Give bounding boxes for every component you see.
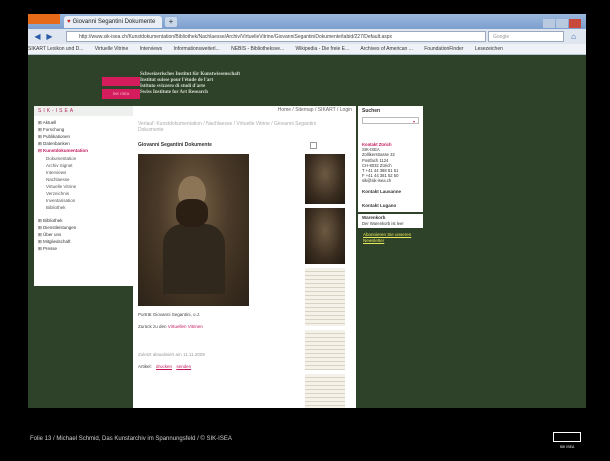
bookmark-item[interactable]: Wikipedia - Die freie E... [296,46,350,52]
contact-lausanne-label: Kontakt Lausanne [362,189,402,194]
search-input[interactable]: Google [488,31,564,42]
minimize-icon[interactable] [543,19,555,28]
image-caption: Porträt Giovanni Segantini, o.J. [138,312,201,317]
newsletter-line: Newsletter [363,238,385,243]
bookmark-item[interactable]: SIKART Lexikon und D... [28,46,83,52]
thumbnail-document[interactable] [305,374,345,408]
subnav-item[interactable]: Interviews [46,170,66,175]
back-prefix: Zurück zu den [138,324,167,329]
firefox-menu-button[interactable] [28,14,60,24]
subnav-item[interactable]: Dokumentation [46,156,76,161]
institute-name: Swiss Institute for Art Research [140,90,208,95]
back-to-vitrine: Zurück zu den Virtuellen Vitrinen [138,324,203,329]
main-content: Home / Sitemap / SIKART / Login Verlauf:… [133,106,356,408]
thumbnail-photo[interactable] [305,154,345,204]
window-controls [542,15,582,28]
tab-giovanni-segantini[interactable]: ♥ Giovanni Segantini Dokumente [64,16,162,28]
thumbnail-photo[interactable] [305,208,345,264]
logo-bar [102,77,140,86]
corner-logo-box [553,432,581,442]
thumbnail-document[interactable] [305,268,345,326]
nav-item-bibliothek[interactable]: ⊞ Bibliothek [38,218,63,224]
nav-item-kunstdokumentation[interactable]: ⊟ Kunstdokumentation [38,148,88,154]
nav-item-aktuell[interactable]: ⊞ Aktuell [38,120,56,126]
subnav-item[interactable]: Verzeichnis [46,191,69,196]
nav-item-mitgliedschaft[interactable]: ⊞ Mitgliedschaft [38,239,71,245]
bookmark-item[interactable]: Virtuelle Vitrine [95,46,128,52]
nav-item-datenbanken[interactable]: ⊞ Datenbanken [38,141,70,147]
select-checkbox[interactable] [310,142,317,149]
subnav-item[interactable]: Virtuelle Vitrine [46,184,76,189]
warenkorb-text: Der Warenkorb ist leer [362,221,404,226]
warenkorb-box: Warenkorb Der Warenkorb ist leer [358,214,423,228]
tab-title: Giovanni Segantini Dokumente [72,19,156,25]
url-bar[interactable]: http://www.sik-isea.ch/Kunstdokumentatio… [66,31,486,42]
nav-item-dienstleistungen[interactable]: ⊞ Dienstleistungen [38,225,76,231]
logo-text: SIK ISEA [102,89,140,99]
send-link[interactable]: senden [176,364,191,369]
contact-email-link[interactable]: sik@sik-isea.ch [362,178,398,183]
subnav-item[interactable]: Inventarisation [46,198,75,203]
portrait-figure-body [163,224,225,294]
institute-names: Schweizerisches Institut für Kunstwissen… [140,72,240,96]
print-link[interactable]: drucken [156,364,172,369]
search-heading: Suchen [362,108,381,114]
top-links[interactable]: Home / Sitemap / SIKART / Login [278,107,352,113]
browser-window: ♥ Giovanni Segantini Dokumente + ◀ ▶ http… [28,14,586,408]
breadcrumb: Verlauf: Kunstdokumentation / Nachlaesse… [138,121,316,133]
bookmark-item[interactable]: FoundationFinder [424,46,463,52]
sik-isea-corner-logo: SIK ISEA [553,432,581,452]
nav-item-ueber-uns[interactable]: ⊞ Über uns [38,232,61,238]
bookmark-item[interactable]: Informationsweiterl... [174,46,220,52]
contact-zurich: Kontakt Zürich SIK-ISEA Zollikerstrasse … [362,142,398,184]
corner-logo-text: SIK ISEA [559,445,575,449]
contact-lausanne-box[interactable]: Kontakt Lausanne [358,186,423,198]
contact-lugano-box[interactable]: Kontakt Lugano [358,200,423,212]
article-actions: Artikel: drucken senden [138,364,191,369]
subnav-item[interactable]: Archiv Signet [46,163,73,168]
bookmarks-bar: SIKART Lexikon und D... Virtuelle Vitrin… [28,44,586,55]
close-icon[interactable] [569,19,581,28]
vitrine-link[interactable]: Virtuellen Vitrinen [168,324,203,329]
slide-footer: Folie 13 / Michael Schmid, Das Kunstarch… [30,436,232,442]
portrait-beard [176,199,208,227]
newsletter-link[interactable]: Abonnieren Sie unseren Newsletter [363,232,411,244]
search-select[interactable]: ▾ [362,117,419,124]
title-bar: ♥ Giovanni Segantini Dokumente + [28,14,586,29]
subnav-item[interactable]: Nachlaesse [46,177,70,182]
portrait-image[interactable] [138,154,249,306]
back-icon[interactable]: ◀ [32,31,43,42]
tab-favicon-icon: ♥ [67,19,71,25]
home-icon[interactable]: ⌂ [568,31,579,42]
bookmark-item[interactable]: NEBIS - Bibliotheksve... [231,46,284,52]
contact-line: Zollikerstrasse 32 [362,152,395,158]
bookmark-item[interactable]: Interviews [140,46,163,52]
new-tab-button[interactable]: + [165,17,177,27]
actions-label: Artikel: [138,364,152,369]
sik-isea-logo[interactable]: SIK ISEA [102,77,140,99]
maximize-icon[interactable] [556,19,568,28]
bookmark-item[interactable]: Lesezeichen [475,46,503,52]
bookmark-item[interactable]: Archives of American ... [360,46,413,52]
nav-item-presse[interactable]: ⊞ Presse [38,246,57,252]
left-navigation: SIK-ISEA ⊞ Aktuell ⊞ Forschung ⊞ Publika… [34,106,133,286]
warenkorb-heading: Warenkorb [362,215,386,220]
nav-item-forschung[interactable]: ⊞ Forschung [38,127,64,133]
nav-item-publikationen[interactable]: ⊞ Publikationen [38,134,70,140]
contact-lugano-label: Kontakt Lugano [362,203,397,208]
page-title: Giovanni Segantini Dokumente [138,142,212,148]
subnav-item[interactable]: Bibliothek [46,205,66,210]
navigation-bar: ◀ ▶ http://www.sik-isea.ch/Kunstdokument… [28,29,586,44]
leftnav-header: SIK-ISEA [34,106,133,116]
thumbnail-document[interactable] [305,330,345,370]
forward-icon[interactable]: ▶ [44,31,55,42]
last-updated: Zuletzt aktualisiert am 11.11.2009 [138,352,205,357]
